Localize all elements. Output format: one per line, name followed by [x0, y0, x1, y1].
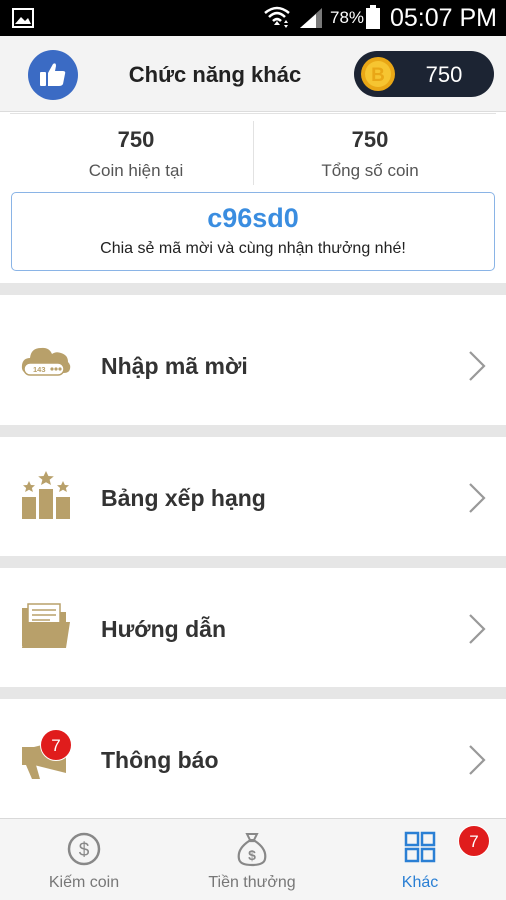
section-gap [0, 425, 506, 437]
menu-item-guide[interactable]: Hướng dẫn [0, 568, 506, 687]
svg-text:143: 143 [33, 365, 46, 374]
chevron-right-icon [469, 351, 486, 381]
nav-badge: 7 [458, 825, 490, 857]
invite-message: Chia sẻ mã mời và cùng nhận thưởng nhé! [100, 240, 406, 257]
svg-text:$: $ [79, 840, 90, 861]
signal-icon [300, 8, 322, 28]
folder-icon [22, 603, 70, 648]
current-coin-label: Coin hiện tại [88, 161, 184, 180]
current-coin-value: 750 [117, 127, 155, 152]
menu-item-leaderboard[interactable]: Bảng xếp hạng [0, 437, 506, 556]
nav-label: Kiếm coin [48, 874, 120, 891]
menu-item-label: Hướng dẫn [101, 616, 226, 642]
total-coin-value: 750 [351, 127, 389, 152]
menu-item-notifications[interactable]: 7 Thông báo [0, 699, 506, 818]
nav-label: Khác [401, 874, 439, 891]
chevron-right-icon [469, 483, 486, 513]
cloud-password-icon: 143 [21, 347, 71, 376]
current-coin-stat: 750 Coin hiện tại [16, 127, 256, 181]
thumbs-up-icon [40, 63, 66, 86]
total-coin-label: Tổng số coin [321, 161, 419, 180]
battery-percent: 78% [330, 8, 365, 27]
notification-badge: 7 [40, 729, 72, 761]
section-gap [0, 687, 506, 699]
leaderboard-icon [22, 471, 70, 519]
battery-icon [366, 5, 380, 29]
page-title: Chức năng khác [128, 62, 302, 87]
menu-item-invite-code[interactable]: 143 Nhập mã mời [0, 305, 506, 425]
divider [10, 113, 496, 114]
bitcoin-coin-icon: B [361, 57, 395, 91]
money-bag-icon: $ [237, 833, 267, 867]
coin-balance-value: 750 [425, 62, 463, 87]
menu-item-label: Bảng xếp hạng [101, 485, 266, 511]
like-button[interactable] [28, 50, 78, 100]
bottom-nav: $ Kiếm coin $ Tiền thưởng Khác 7 [0, 818, 506, 900]
clock: 05:07 PM [390, 4, 498, 32]
grid-icon [404, 831, 436, 863]
nav-tab-rewards[interactable]: $ Tiền thưởng [168, 819, 336, 900]
gallery-icon [12, 8, 34, 28]
wifi-icon [264, 6, 290, 28]
nav-label: Tiền thưởng [208, 874, 296, 891]
total-coin-stat: 750 Tổng số coin [250, 127, 490, 181]
chevron-right-icon [469, 745, 486, 775]
invite-code-box[interactable]: c96sd0 Chia sẻ mã mời và cùng nhận thưởn… [11, 192, 495, 271]
svg-text:$: $ [248, 847, 256, 863]
coin-stats: 750 Coin hiện tại 750 Tổng số coin c96sd… [0, 113, 506, 283]
menu-item-label: Nhập mã mời [101, 353, 248, 379]
section-gap [0, 556, 506, 568]
svg-text:B: B [371, 65, 385, 86]
nav-tab-earn-coin[interactable]: $ Kiếm coin [0, 819, 168, 900]
chevron-right-icon [469, 614, 486, 644]
menu-item-label: Thông báo [101, 747, 219, 773]
nav-tab-other[interactable]: Khác 7 [336, 819, 504, 900]
app-header: Chức năng khác B 750 [0, 36, 506, 112]
invite-code[interactable]: c96sd0 [12, 203, 494, 234]
coin-balance-pill[interactable]: B 750 [354, 51, 494, 97]
dollar-circle-icon: $ [67, 832, 101, 866]
section-gap [0, 283, 506, 295]
status-bar: 78% 05:07 PM [0, 0, 506, 36]
